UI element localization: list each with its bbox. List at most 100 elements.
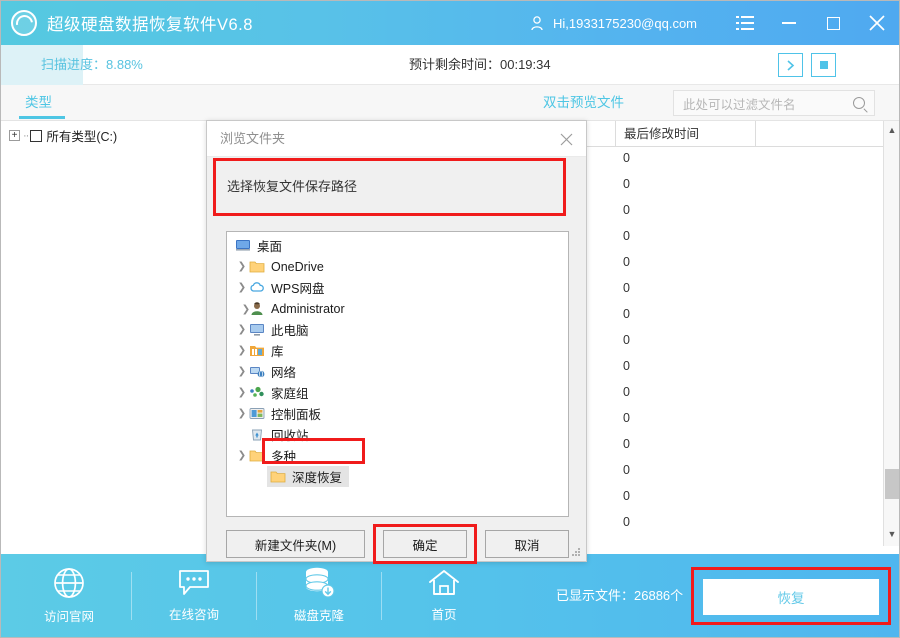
chevron-up-icon[interactable]: ▲: [884, 121, 899, 138]
table-row[interactable]: 0: [623, 333, 630, 347]
minimize-icon[interactable]: [767, 1, 811, 45]
user-icon: [529, 15, 546, 32]
globe-icon: [54, 568, 84, 598]
tree-item-homegroup[interactable]: ❯ 家庭组: [235, 382, 309, 403]
table-row[interactable]: 0: [623, 515, 630, 529]
tree-item-desktop[interactable]: 桌面: [235, 235, 282, 256]
tree-item-onedrive[interactable]: ❯ OneDrive: [235, 256, 324, 277]
resume-scan-button[interactable]: [778, 53, 803, 77]
chevron-right-icon[interactable]: ❯: [235, 281, 249, 295]
scrollbar-thumb[interactable]: [885, 469, 899, 499]
bottom-item-website[interactable]: 访问官网: [9, 562, 129, 628]
tree-dots: ··: [23, 129, 29, 142]
bottom-item-label: 访问官网: [43, 610, 94, 624]
tree-item-label: 深度恢复: [292, 471, 343, 485]
chevron-right-icon[interactable]: ❯: [235, 344, 249, 358]
menu-lines: [736, 16, 754, 30]
network-icon: [249, 364, 265, 379]
bottom-item-disk-clone[interactable]: 磁盘克隆: [259, 562, 379, 628]
bottom-toolbar: 访问官网 在线咨询 磁盘克隆 首页 已显示文件：26886个 恢复: [1, 554, 899, 637]
computer-icon: [249, 322, 265, 337]
control-panel-icon: [249, 406, 265, 421]
chevron-right-icon[interactable]: ❯: [235, 365, 249, 379]
table-row[interactable]: 0: [623, 229, 630, 243]
preview-hint-label: 双击预览文件: [543, 95, 624, 110]
cancel-button[interactable]: 取消: [485, 530, 569, 558]
table-row[interactable]: 0: [623, 359, 630, 373]
chevron-right-icon[interactable]: ❯: [239, 302, 253, 316]
new-folder-button[interactable]: 新建文件夹(M): [226, 530, 365, 558]
table-row[interactable]: 0: [623, 151, 630, 165]
filter-placeholder: 此处可以过滤文件名: [683, 97, 796, 112]
tree-root-label: 所有类型(C:): [46, 130, 118, 144]
table-row[interactable]: 0: [623, 437, 630, 451]
divider: [256, 572, 257, 620]
recover-button[interactable]: 恢复: [703, 579, 879, 615]
browse-folder-dialog: 浏览文件夹 选择恢复文件保存路径 桌面 ❯ OneDrive ❯ WPS网盘 A…: [206, 120, 587, 564]
checkbox-all-types[interactable]: [30, 129, 43, 142]
tree-item-wps-cloud[interactable]: ❯ WPS网盘: [235, 277, 325, 298]
table-row[interactable]: 0: [623, 411, 630, 425]
tree-item-network[interactable]: ❯ 网络: [235, 361, 296, 382]
chat-bubble-icon: [179, 570, 209, 595]
dialog-title: 浏览文件夹: [220, 131, 286, 146]
bottom-item-home[interactable]: 首页: [384, 562, 504, 628]
app-title: 超级硬盘数据恢复软件V6.8: [47, 16, 253, 34]
chevron-down-icon[interactable]: ▼: [884, 525, 899, 542]
search-icon[interactable]: [853, 97, 865, 109]
desktop-icon: [235, 238, 251, 253]
close-icon[interactable]: [855, 1, 899, 45]
table-row[interactable]: 0: [623, 489, 630, 503]
table-row[interactable]: 0: [623, 463, 630, 477]
tree-item-this-pc[interactable]: ❯ 此电脑: [235, 319, 309, 340]
tree-item-deep-recovery[interactable]: 深度恢复: [267, 466, 350, 487]
toolbar-row: 类型 双击预览文件 此处可以过滤文件名: [1, 85, 899, 121]
tree-item-label: 网络: [271, 366, 297, 380]
column-header-extra[interactable]: [755, 121, 875, 147]
table-row[interactable]: 0: [623, 307, 630, 321]
onedrive-folder-icon: [249, 259, 265, 274]
tree-item-control-panel[interactable]: ❯ 控制面板: [235, 403, 321, 424]
tab-type[interactable]: 类型: [25, 91, 52, 116]
hamburger-menu-icon[interactable]: [723, 1, 767, 45]
expand-plus-icon[interactable]: +: [9, 130, 20, 141]
ok-button[interactable]: 确定: [383, 530, 467, 558]
tree-root-all-types[interactable]: + ·· 所有类型(C:): [9, 126, 117, 145]
column-header-modified[interactable]: 最后修改时间: [615, 121, 755, 147]
bottom-item-online-consult[interactable]: 在线咨询: [134, 562, 254, 628]
table-row[interactable]: 0: [623, 281, 630, 295]
tree-item-library[interactable]: ❯ 库: [235, 340, 284, 361]
tree-item-label: 此电脑: [271, 324, 309, 338]
table-row[interactable]: 0: [623, 255, 630, 269]
library-icon: [249, 343, 265, 358]
homegroup-icon: [249, 385, 265, 400]
tree-item-label: 家庭组: [271, 387, 309, 401]
folder-tree[interactable]: 桌面 ❯ OneDrive ❯ WPS网盘 Administrator ❯ ❯ …: [226, 231, 569, 517]
filter-input[interactable]: 此处可以过滤文件名: [673, 90, 875, 116]
chevron-right-icon[interactable]: ❯: [235, 260, 249, 274]
user-account[interactable]: Hi,1933175230@qq.com: [529, 15, 697, 32]
table-row[interactable]: 0: [623, 177, 630, 191]
tree-item-label: OneDrive: [271, 259, 324, 274]
chevron-right-icon[interactable]: ❯: [235, 386, 249, 400]
chevron-right-icon[interactable]: ❯: [235, 323, 249, 337]
bottom-item-label: 磁盘克隆: [293, 609, 344, 623]
title-bar-right: Hi,1933175230@qq.com: [529, 1, 899, 45]
vertical-scrollbar[interactable]: ▲ ▼: [883, 121, 899, 546]
cloud-icon: [249, 280, 265, 295]
chevron-right-icon[interactable]: ❯: [235, 407, 249, 421]
recover-button-highlight: 恢复: [691, 567, 891, 625]
table-row[interactable]: 0: [623, 385, 630, 399]
maximize-icon[interactable]: [811, 1, 855, 45]
resize-grip[interactable]: [572, 548, 582, 558]
chevron-right-icon[interactable]: ❯: [235, 449, 249, 463]
bottom-item-label: 在线咨询: [168, 608, 219, 622]
tree-item-label: Administrator: [271, 301, 345, 316]
close-icon[interactable]: [552, 126, 580, 152]
tree-item-label: WPS网盘: [271, 282, 325, 296]
app-logo-icon: [11, 10, 37, 36]
table-row[interactable]: 0: [623, 203, 630, 217]
disk-clone-icon: [305, 567, 335, 598]
stop-scan-button[interactable]: [811, 53, 836, 77]
dialog-title-bar: 浏览文件夹: [207, 121, 586, 157]
